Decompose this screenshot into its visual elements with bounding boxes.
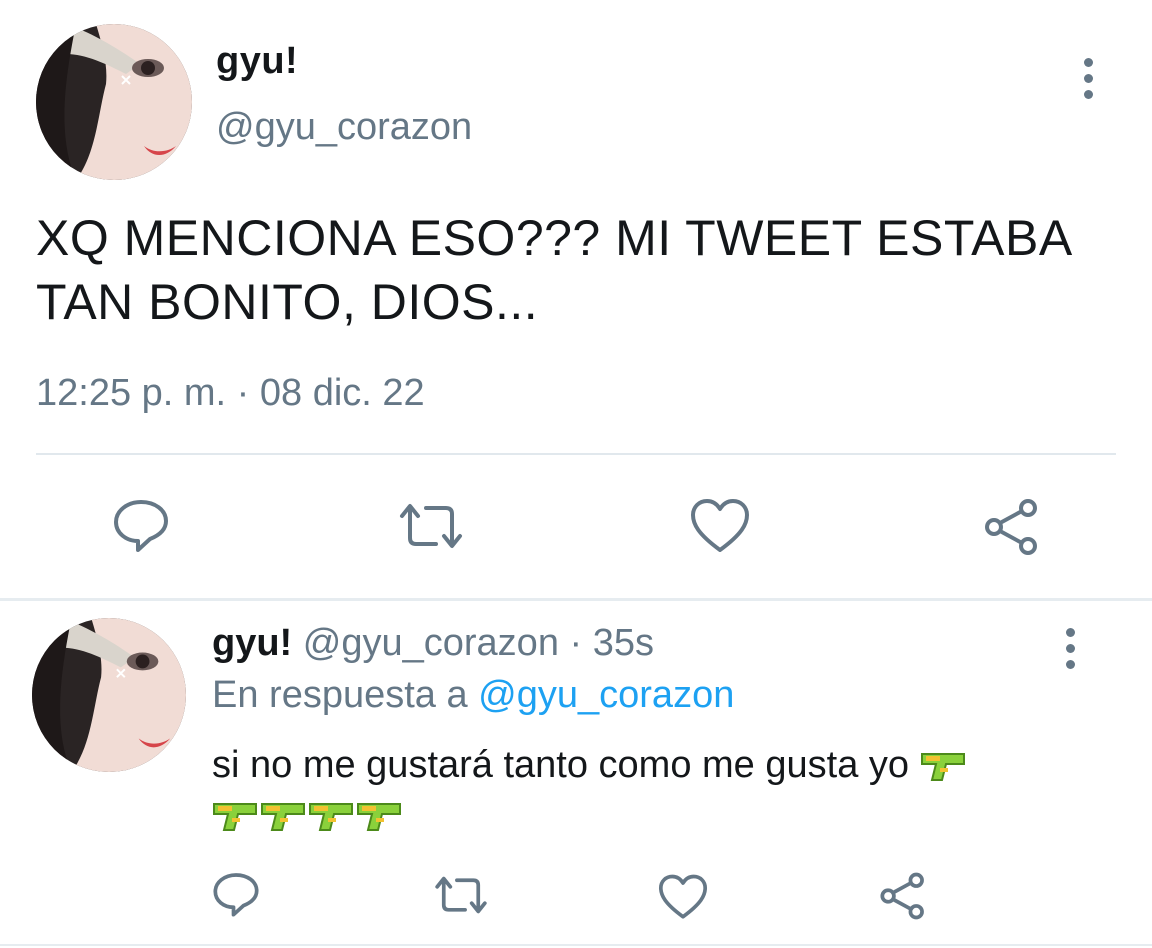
- share-button[interactable]: [982, 498, 1042, 556]
- main-tweet: gyu! @gyu_corazon XQ MENCIONA ESO??? MI …: [0, 0, 1152, 600]
- user-handle[interactable]: @gyu_corazon: [216, 106, 472, 149]
- reply-button[interactable]: [212, 870, 260, 918]
- avatar[interactable]: [32, 618, 186, 772]
- avatar[interactable]: [36, 24, 192, 180]
- water-pistol-icon: [309, 802, 353, 831]
- display-name[interactable]: gyu!: [212, 622, 292, 664]
- like-button[interactable]: [658, 874, 708, 920]
- water-pistol-icon: [261, 802, 305, 831]
- share-button[interactable]: [878, 872, 928, 920]
- reply-text: si no me gustará tanto como me gusta yo: [212, 740, 1092, 840]
- section-divider: [0, 598, 1152, 601]
- comment-icon: [213, 873, 259, 917]
- retweet-button[interactable]: [396, 498, 466, 554]
- tweet-text: XQ MENCIONA ESO??? MI TWEET ESTABA TAN B…: [36, 210, 1070, 330]
- heart-icon: [691, 499, 749, 552]
- share-icon: [985, 499, 1037, 555]
- retweet-icon: [400, 504, 462, 548]
- water-pistol-icon: [920, 752, 965, 781]
- bottom-divider: [0, 944, 1152, 946]
- mention-link[interactable]: @gyu_corazon: [478, 674, 734, 716]
- tweet-timestamp[interactable]: 12:25 p. m. · 08 dic. 22: [36, 372, 425, 415]
- heart-icon: [658, 874, 708, 919]
- comment-icon: [114, 500, 168, 552]
- share-icon: [880, 872, 924, 920]
- replying-to-label: En respuesta a: [212, 674, 468, 716]
- water-pistol-icon: [213, 802, 257, 831]
- user-handle[interactable]: @gyu_corazon: [303, 622, 559, 664]
- retweet-button[interactable]: [432, 872, 490, 918]
- more-vertical-icon[interactable]: [1066, 628, 1075, 676]
- tweet-time[interactable]: · 35s: [570, 622, 654, 664]
- reply-header: gyu! @gyu_corazon · 35s: [212, 622, 654, 665]
- retweet-icon: [435, 876, 487, 914]
- divider: [36, 453, 1116, 455]
- more-vertical-icon[interactable]: [1084, 58, 1093, 106]
- replying-to: En respuesta a @gyu_corazon: [212, 674, 734, 717]
- water-pistol-icon: [357, 802, 401, 831]
- like-button[interactable]: [690, 498, 750, 554]
- display-name[interactable]: gyu!: [216, 40, 298, 83]
- reply-button[interactable]: [112, 496, 170, 554]
- reply-text-content: si no me gustará tanto como me gusta yo: [212, 744, 910, 786]
